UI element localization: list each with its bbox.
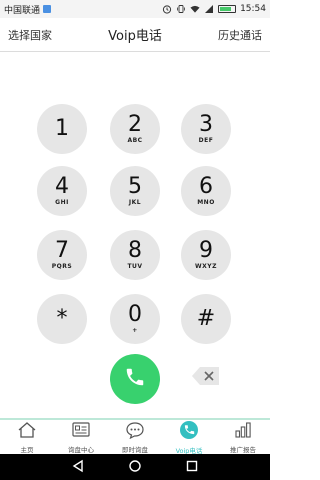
key-digit: 7	[55, 238, 69, 263]
call-history-button[interactable]: 历史通话	[218, 27, 262, 43]
system-nav-bar	[0, 454, 270, 480]
tab-label: 询盘中心	[68, 445, 94, 454]
dial-key[interactable]: #	[181, 294, 231, 344]
tab-promotion-report[interactable]: 推广报告	[216, 420, 270, 454]
key-letters: +	[132, 327, 138, 334]
tab-label: 即时询盘	[122, 445, 148, 454]
dial-key[interactable]: 2 ABC	[110, 104, 160, 154]
tab-instant-inquiry[interactable]: 即时询盘	[108, 420, 162, 454]
recents-nav-button[interactable]	[185, 458, 199, 477]
home-icon	[17, 421, 37, 443]
key-letters: TUV	[127, 263, 143, 270]
dial-key[interactable]: 0 +	[110, 294, 160, 344]
dial-key[interactable]: 3 DEF	[181, 104, 231, 154]
key-digit: 0	[128, 302, 142, 327]
status-right: 15:54	[162, 4, 266, 14]
dial-key[interactable]: 5 JKL	[110, 166, 160, 216]
key-letters: PQRS	[51, 263, 73, 270]
dial-key[interactable]: 8 TUV	[110, 230, 160, 280]
backspace-button[interactable]	[191, 366, 221, 390]
bar-chart-icon	[233, 421, 253, 443]
status-bar: 中国联通 15:54	[0, 0, 270, 18]
dial-key[interactable]: *	[37, 294, 87, 344]
key-digit: 9	[199, 238, 213, 263]
key-digit: 8	[128, 238, 142, 263]
tab-inquiry-center[interactable]: 询盘中心	[54, 420, 108, 454]
key-digit: 1	[55, 116, 69, 141]
vibrate-icon	[176, 4, 186, 14]
key-letters: GHI	[55, 199, 69, 206]
key-letters: ABC	[127, 137, 143, 144]
phone-icon	[179, 420, 199, 444]
battery-level	[220, 7, 232, 11]
key-letters: DEF	[198, 137, 214, 144]
tab-label: 推广报告	[230, 445, 256, 454]
tab-label: 主页	[20, 445, 34, 454]
dial-key[interactable]: 1	[37, 104, 87, 154]
chat-bubble-icon	[125, 421, 145, 443]
dial-key[interactable]: 6 MNO	[181, 166, 231, 216]
back-nav-button[interactable]	[71, 458, 85, 477]
key-digit: 6	[199, 174, 213, 199]
key-letters: WXYZ	[195, 263, 217, 270]
backspace-icon	[191, 366, 221, 390]
bottom-tab-bar: 主页 询盘中心 即时询盘 Voip电话 推广报告	[0, 418, 270, 455]
tab-voip-call[interactable]: Voip电话	[162, 420, 216, 455]
phone-handset-icon	[124, 366, 146, 392]
battery-icon	[218, 5, 237, 13]
call-button[interactable]	[110, 354, 160, 404]
signal-icon	[204, 4, 214, 14]
dial-key[interactable]: 7 PQRS	[37, 230, 87, 280]
carrier-group: 中国联通	[4, 3, 52, 16]
dial-key[interactable]: 4 GHI	[37, 166, 87, 216]
key-letters: MNO	[197, 199, 215, 206]
alarm-icon	[162, 4, 172, 14]
carrier-badge-icon	[43, 5, 52, 13]
inquiry-card-icon	[71, 421, 91, 443]
dial-key[interactable]: 9 WXYZ	[181, 230, 231, 280]
key-digit: 5	[128, 174, 142, 199]
app-header: 选择国家 Voip电话 历史通话	[0, 18, 270, 52]
select-country-button[interactable]: 选择国家	[8, 27, 52, 43]
key-digit: *	[56, 306, 68, 331]
tab-label: Voip电话	[175, 446, 203, 455]
tab-home[interactable]: 主页	[0, 420, 54, 454]
status-time: 15:54	[240, 4, 266, 14]
home-nav-button[interactable]	[128, 458, 142, 477]
wifi-icon	[190, 4, 200, 14]
key-letters: JKL	[128, 199, 142, 206]
key-digit: #	[196, 306, 216, 331]
carrier-name: 中国联通	[4, 5, 41, 16]
key-digit: 2	[128, 112, 142, 137]
key-digit: 4	[55, 174, 69, 199]
key-digit: 3	[199, 112, 213, 137]
